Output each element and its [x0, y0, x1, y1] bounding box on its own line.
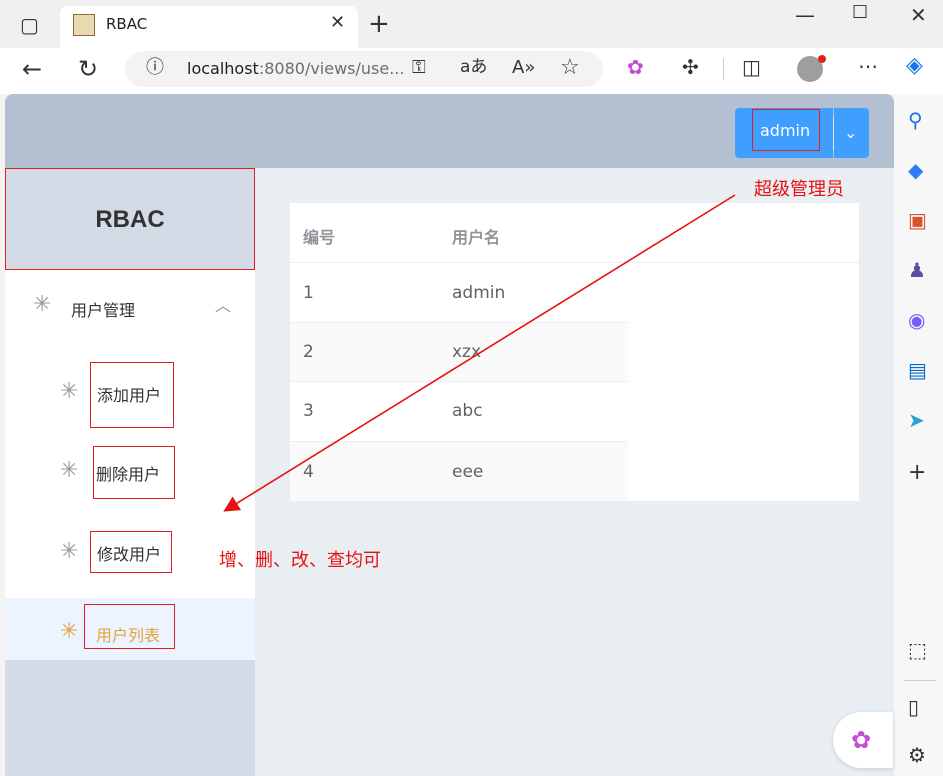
brain-icon: ✿ [851, 726, 872, 754]
tools-icon[interactable]: ▣ [908, 210, 927, 230]
outlook-icon[interactable]: ▤ [908, 360, 927, 380]
annotation-arrow [223, 194, 736, 512]
microsoft365-icon[interactable]: ◉ [908, 310, 925, 330]
sidebar-divider [904, 680, 936, 681]
games-icon[interactable]: ♟ [908, 260, 926, 280]
send-icon[interactable]: ➤ [908, 410, 925, 430]
screenshot-icon[interactable]: ⬚ [908, 640, 927, 660]
search-icon[interactable]: ⚲ [908, 110, 923, 130]
edge-sidebar [894, 94, 943, 776]
shopping-tag-icon[interactable]: ◆ [908, 160, 923, 180]
add-icon[interactable]: + [908, 462, 926, 484]
sidebar-toggle-icon[interactable]: ▯ [908, 697, 919, 717]
floating-assistant-button[interactable]: ✿ [833, 712, 893, 768]
settings-gear-icon[interactable]: ⚙ [908, 745, 926, 765]
